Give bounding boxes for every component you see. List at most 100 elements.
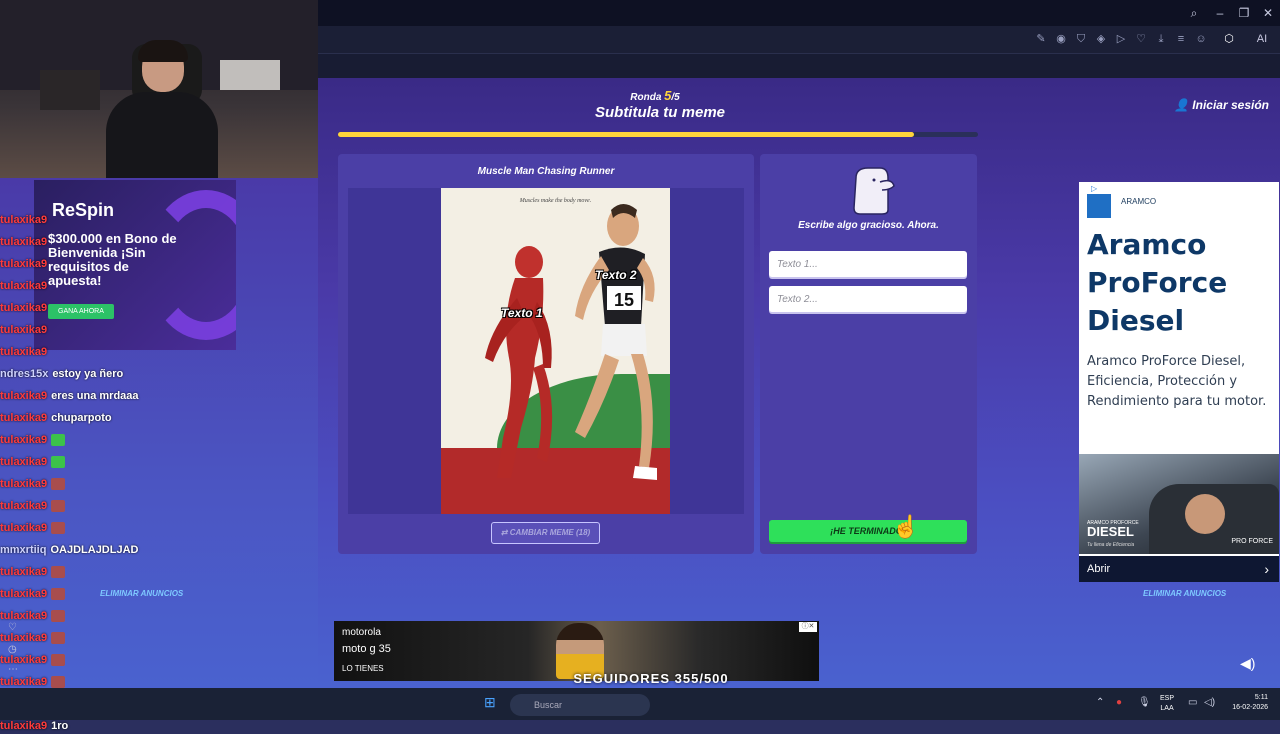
done-button[interactable]: ¡HE TERMINADO! (769, 520, 967, 542)
language-code: ESP (1160, 695, 1175, 702)
heart-outline-icon[interactable]: ♡ (8, 622, 17, 633)
chat-message: tulaxika9 chuparpoto (0, 410, 112, 426)
remove-ads-left[interactable]: ELIMINAR ANUNCIOS (100, 589, 183, 598)
network-icon[interactable]: ▭ (1188, 697, 1197, 708)
restore-icon[interactable]: ❐ (1236, 5, 1252, 21)
chat-emote-icon (51, 456, 66, 469)
chat-username[interactable]: tulaxika9 (0, 412, 47, 424)
user-icon: 👤 (1174, 98, 1189, 112)
camera-icon[interactable]: ◉ (1054, 32, 1068, 46)
chat-emote-icon (51, 500, 66, 513)
download-icon[interactable]: ⤓ (1154, 32, 1168, 46)
chat-username[interactable]: tulaxika9 (0, 434, 47, 446)
aramco-ad[interactable]: ▷ ARAMCO Aramco ProForce Diesel Aramco P… (1079, 182, 1279, 582)
windows-start-icon[interactable]: ⊞ (484, 694, 496, 711)
microphone-icon[interactable]: 🎙 (1138, 697, 1151, 708)
chat-username[interactable]: ndres15x (0, 368, 48, 380)
chat-message: ndres15x estoy ya ñero (0, 366, 123, 382)
aramco-headline[interactable]: Aramco ProForce Diesel (1087, 226, 1267, 340)
vpn-icon[interactable]: ◈ (1094, 32, 1108, 46)
chat-username[interactable]: tulaxika9 (0, 566, 47, 578)
mouse-cursor-icon: ☝ (892, 514, 920, 539)
chat-username[interactable]: tulaxika9 (0, 280, 47, 292)
aramco-logo (1087, 194, 1111, 218)
chat-username[interactable]: tulaxika9 (0, 720, 47, 732)
chat-username[interactable]: tulaxika9 (0, 390, 47, 402)
chat-message: tulaxika9 (0, 520, 66, 536)
chat-username[interactable]: tulaxika9 (0, 346, 47, 358)
clock-outline-icon[interactable]: ◷ (8, 644, 17, 655)
round-indicator: Ronda 5/5 (600, 88, 710, 103)
chat-username[interactable]: tulaxika9 (0, 214, 47, 226)
chat-username[interactable]: tulaxika9 (0, 588, 47, 600)
motorola-logo: motorola (342, 627, 381, 638)
meme-panel: Muscle Man Chasing Runner Muscles make t… (338, 154, 754, 554)
edit-icon[interactable]: ✎ (1034, 32, 1048, 46)
chat-message: tulaxika9 (0, 454, 66, 470)
change-meme-label: CAMBIAR MEME (18) (509, 528, 591, 537)
runner-figure: 15 (575, 204, 657, 480)
menu-icon[interactable]: ≡ (1174, 32, 1188, 46)
clock-date: 16-02-2026 (1232, 704, 1268, 711)
chat-text: chuparpoto (51, 412, 112, 424)
chat-username[interactable]: tulaxika9 (0, 610, 47, 622)
chat-message: tulaxika9 (0, 322, 47, 338)
aramco-photo: ARAMCO PROFORCE DIESEL Tu llena de Efici… (1079, 454, 1279, 554)
aramco-open-button[interactable]: Abrir › (1079, 556, 1279, 582)
chat-username[interactable]: tulaxika9 (0, 478, 47, 490)
round-label: Ronda (630, 92, 662, 103)
aramco-open-label: Abrir (1087, 563, 1111, 575)
keyboard-language[interactable]: ESP LAA (1160, 694, 1174, 714)
chat-username[interactable]: tulaxika9 (0, 236, 47, 248)
minimize-icon[interactable]: – (1212, 5, 1228, 21)
aramco-photo-pro: PRO FORCE (1231, 538, 1273, 545)
webcam-shelf (40, 70, 100, 110)
runner-bib-number: 15 (614, 290, 634, 310)
browser-toolbar: ✎ ◉ ⛉ ◈ ▷ ♡ ⤓ ≡ ☺ ⬡ AI (318, 26, 1280, 54)
caption-panel: Escribe algo gracioso. Ahora. ¡HE TERMIN… (760, 154, 977, 554)
chat-username[interactable]: tulaxika9 (0, 258, 47, 270)
chat-username[interactable]: tulaxika9 (0, 500, 47, 512)
chat-username[interactable]: tulaxika9 (0, 632, 47, 644)
chat-username[interactable]: tulaxika9 (0, 456, 47, 468)
tray-chevron-up-icon[interactable]: ⌃ (1096, 697, 1104, 708)
change-meme-button[interactable]: ⇄ CAMBIAR MEME (18) (491, 522, 600, 544)
browser-title-bar: ⌕ – ❐ ✕ (318, 0, 1280, 26)
chat-message: tulaxika9 (0, 234, 47, 250)
extension-icon[interactable]: ⬡ (1222, 32, 1236, 46)
chat-username[interactable]: tulaxika9 (0, 522, 47, 534)
ad-close-icon[interactable]: ⓘ✕ (799, 622, 817, 632)
ai-button[interactable]: AI (1250, 32, 1274, 46)
close-icon[interactable]: ✕ (1260, 5, 1276, 21)
meme-frame: Muscles make the body move. 15 Texto 1 T… (348, 188, 744, 514)
caption-input-2[interactable] (769, 286, 967, 312)
chat-emote-icon (51, 434, 66, 447)
clock[interactable]: 5:11 16-02-2026 (1222, 693, 1268, 713)
webcam-monitor (220, 60, 280, 90)
more-icon[interactable]: ⋯ (8, 664, 18, 675)
aramco-brand: ARAMCO (1121, 197, 1157, 206)
chat-username[interactable]: mmxrtiiq (0, 544, 46, 556)
page-title: Subtitula tu meme (594, 104, 725, 121)
volume-icon[interactable]: ◁) (1204, 697, 1215, 708)
aramco-photo-tag: Tu llena de Eficiencia (1087, 542, 1135, 548)
adchoices-icon[interactable]: ▷ (1091, 184, 1097, 193)
chat-message: tulaxika9 (0, 564, 66, 580)
shield-icon[interactable]: ⛉ (1074, 32, 1088, 46)
profile-icon[interactable]: ☺ (1194, 32, 1208, 46)
speaker-icon[interactable]: ◀) (1240, 655, 1255, 672)
caption-input-1[interactable] (769, 251, 967, 277)
tray-app-icon[interactable]: ● (1116, 697, 1122, 708)
bookmark-bar (318, 54, 1280, 78)
play-icon[interactable]: ▷ (1114, 32, 1128, 46)
chat-username[interactable]: tulaxika9 (0, 676, 47, 688)
search-icon[interactable]: ⌕ (1186, 5, 1202, 21)
chat-emote-icon (51, 566, 66, 579)
heart-icon[interactable]: ♡ (1134, 32, 1148, 46)
chat-username[interactable]: tulaxika9 (0, 324, 47, 336)
remove-ads-right[interactable]: ELIMINAR ANUNCIOS (1143, 589, 1226, 598)
login-button[interactable]: 👤 Iniciar sesión (1174, 98, 1269, 112)
chat-username[interactable]: tulaxika9 (0, 302, 47, 314)
taskbar-search[interactable]: Buscar (510, 694, 650, 716)
chat-text: estoy ya ñero (52, 368, 124, 380)
